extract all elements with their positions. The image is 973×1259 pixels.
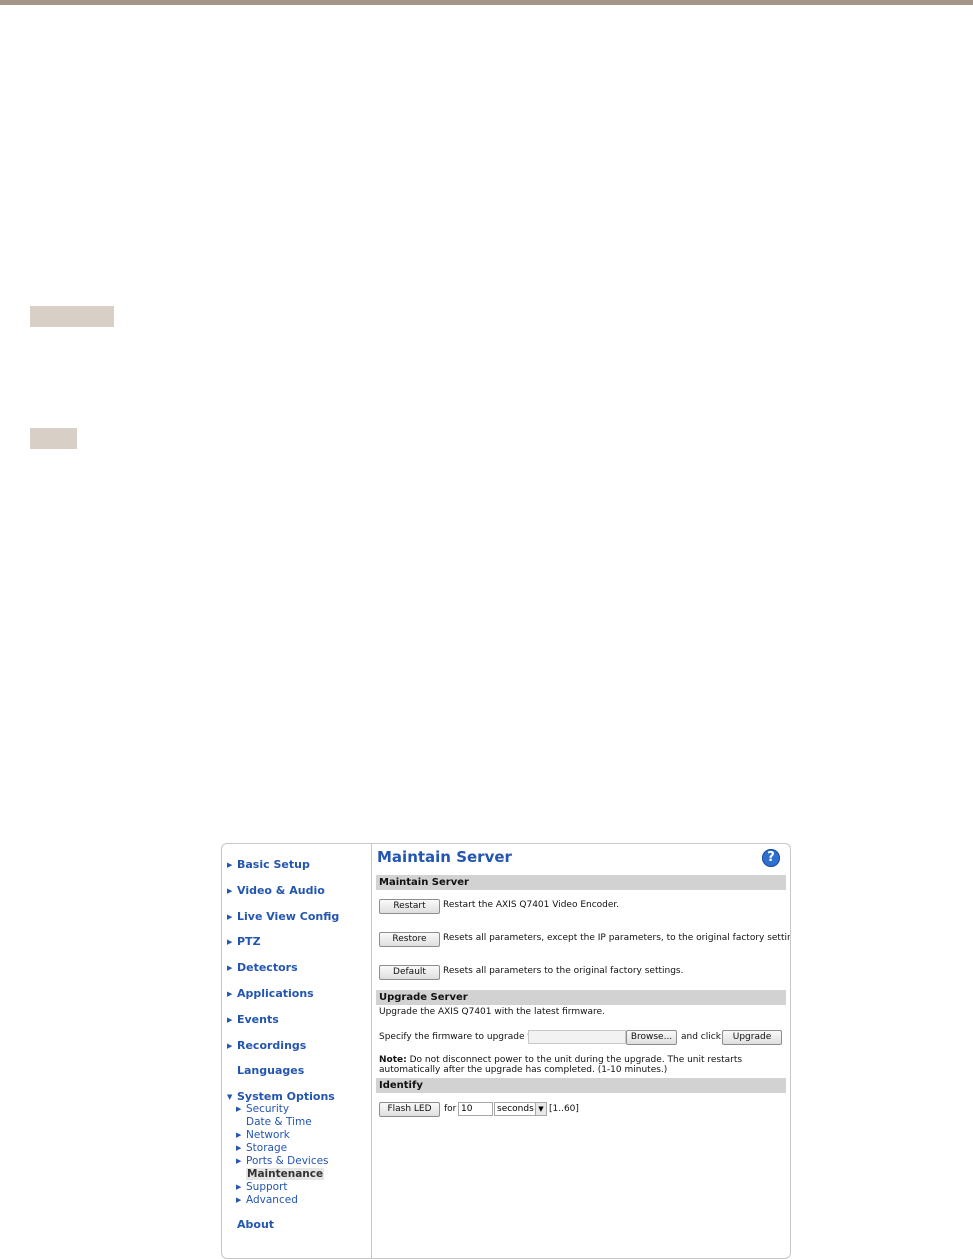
- note-text: Do not disconnect power to the unit duri…: [379, 1055, 743, 1075]
- sidebar-item-live-view-config[interactable]: ▶ Live View Config: [227, 909, 339, 925]
- sidebar-item-label: System Options: [237, 1090, 335, 1103]
- sidebar-item-label: Languages: [237, 1064, 305, 1077]
- restart-button[interactable]: Restart: [379, 899, 440, 914]
- sidebar-item-label: Applications: [237, 987, 314, 1000]
- duration-range: [1..60]: [549, 1104, 579, 1114]
- default-button[interactable]: Default: [379, 965, 440, 980]
- sidebar-subitem-advanced[interactable]: ▶ Advanced: [236, 1194, 329, 1207]
- triangle-right-icon: ▶: [227, 913, 233, 921]
- triangle-right-icon: ▶: [227, 964, 233, 972]
- triangle-right-icon: ▶: [227, 887, 233, 895]
- firmware-label: Specify the firmware to upgrade to:: [379, 1032, 540, 1042]
- sidebar-item-about[interactable]: About: [227, 1217, 274, 1233]
- label-tag-2: [30, 428, 77, 449]
- triangle-right-icon: ▶: [227, 938, 233, 946]
- upgrade-button[interactable]: Upgrade: [722, 1030, 782, 1045]
- upgrade-intro: Upgrade the AXIS Q7401 with the latest f…: [379, 1007, 605, 1017]
- system-options-submenu: ▶ Security Date & Time ▶ Network ▶ Storage …: [236, 1103, 329, 1207]
- sidebar-item-basic-setup[interactable]: ▶ Basic Setup: [227, 857, 310, 873]
- triangle-right-icon: ▶: [236, 1105, 242, 1113]
- sidebar-item-label: Events: [237, 1013, 279, 1026]
- sidebar-item-label: Basic Setup: [237, 858, 310, 871]
- restart-description: Restart the AXIS Q7401 Video Encoder.: [443, 900, 620, 910]
- and-click-text: and click: [681, 1032, 721, 1042]
- sidebar-item-label: Recordings: [237, 1039, 307, 1052]
- triangle-right-icon: ▶: [227, 1016, 233, 1024]
- time-unit-selected: seconds: [497, 1104, 534, 1114]
- label-tag-1: [30, 306, 114, 327]
- sidebar-subitem-ports-devices[interactable]: ▶ Ports & Devices: [236, 1155, 329, 1168]
- triangle-right-icon: ▶: [236, 1131, 242, 1139]
- sidebar-item-recordings[interactable]: ▶ Recordings: [227, 1038, 306, 1054]
- sidebar-subitem-security[interactable]: ▶ Security: [236, 1103, 329, 1116]
- section-header-maintain: Maintain Server: [376, 875, 786, 890]
- time-unit-select[interactable]: seconds ▼: [494, 1102, 547, 1116]
- restore-button[interactable]: Restore: [379, 932, 440, 947]
- triangle-right-icon: ▶: [236, 1196, 242, 1204]
- triangle-right-icon: ▶: [236, 1183, 242, 1191]
- browse-button[interactable]: Browse...: [626, 1030, 677, 1045]
- sidebar-subitem-maintenance[interactable]: Maintenance: [236, 1168, 329, 1181]
- sidebar-subitem-date-time[interactable]: Date & Time: [236, 1116, 329, 1129]
- note-label: Note:: [379, 1055, 407, 1065]
- sidebar-subitem-storage[interactable]: ▶ Storage: [236, 1142, 329, 1155]
- duration-input[interactable]: 10: [458, 1102, 493, 1116]
- triangle-right-icon: ▶: [236, 1157, 242, 1165]
- chevron-down-icon: ▼: [535, 1103, 546, 1115]
- for-text: for: [444, 1104, 457, 1114]
- sidebar-item-detectors[interactable]: ▶ Detectors: [227, 960, 298, 976]
- sidebar-item-applications[interactable]: ▶ Applications: [227, 986, 314, 1002]
- upgrade-note: Note: Do not disconnect power to the uni…: [379, 1055, 784, 1075]
- default-description: Resets all parameters to the original fa…: [443, 966, 684, 976]
- page-title: Maintain Server: [377, 848, 512, 866]
- restore-description: Resets all parameters, except the IP par…: [443, 933, 791, 943]
- screenshot-frame: ▶ Basic Setup ▶ Video & Audio ▶ Live View C…: [221, 843, 791, 1259]
- section-header-upgrade: Upgrade Server: [376, 990, 786, 1005]
- flash-led-button[interactable]: Flash LED: [379, 1102, 440, 1117]
- sidebar-item-video-audio[interactable]: ▶ Video & Audio: [227, 883, 325, 899]
- sidebar-item-languages[interactable]: Languages: [227, 1063, 304, 1079]
- help-icon[interactable]: ?: [762, 849, 780, 867]
- sidebar-item-events[interactable]: ▶ Events: [227, 1012, 279, 1028]
- sidebar-item-label: About: [237, 1218, 275, 1231]
- triangle-right-icon: ▶: [236, 1144, 242, 1152]
- main-content: Maintain Server ? Maintain Server Restar…: [376, 844, 790, 1258]
- sidebar-subitem-support[interactable]: ▶ Support: [236, 1181, 329, 1194]
- sidebar-item-label: Live View Config: [237, 910, 340, 923]
- triangle-right-icon: ▶: [227, 861, 233, 869]
- firmware-file-input[interactable]: [528, 1030, 626, 1044]
- sidebar-item-label: PTZ: [237, 935, 261, 948]
- section-header-identify: Identify: [376, 1078, 786, 1093]
- triangle-right-icon: ▶: [227, 990, 233, 998]
- sidebar-subitem-network[interactable]: ▶ Network: [236, 1129, 329, 1142]
- sidebar-item-ptz[interactable]: ▶ PTZ: [227, 934, 261, 950]
- sidebar-nav: ▶ Basic Setup ▶ Video & Audio ▶ Live View C…: [222, 844, 372, 1258]
- sidebar-item-label: Detectors: [237, 961, 298, 974]
- sidebar-item-label: Video & Audio: [237, 884, 325, 897]
- triangle-right-icon: ▶: [227, 1042, 233, 1050]
- top-border-bar: [0, 0, 973, 5]
